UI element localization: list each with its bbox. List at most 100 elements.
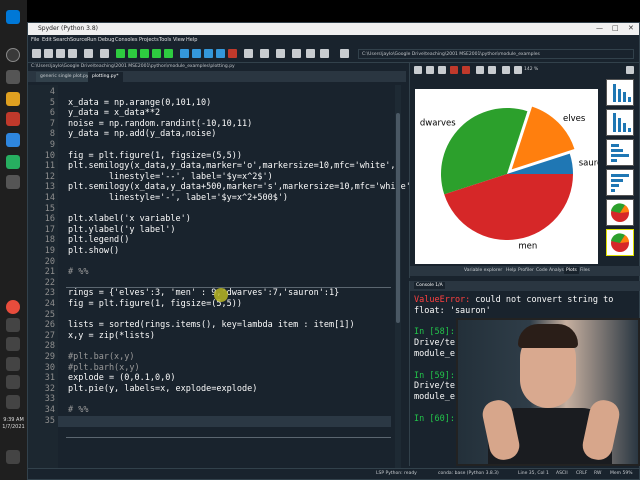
tray-icon[interactable] (6, 357, 20, 371)
python-path-icon[interactable] (276, 49, 285, 58)
tab-plots[interactable]: Plots (564, 267, 579, 274)
tab-console-1[interactable]: Console 1/A (414, 282, 445, 289)
menu-tools[interactable]: Tools (159, 37, 171, 43)
debug-icon[interactable] (180, 49, 189, 58)
pie-label-dwarves: dwarves (420, 119, 456, 129)
code-line: #plt.barh(x,y) (68, 362, 140, 373)
browse-folder-icon[interactable] (340, 49, 349, 58)
console-output: Drive/te (414, 338, 455, 349)
close-icon[interactable]: ✕ (628, 24, 634, 32)
excel-icon[interactable] (6, 155, 20, 169)
editor-scrollbar[interactable] (395, 85, 401, 468)
preferences-icon[interactable] (260, 49, 269, 58)
notifications-icon[interactable] (6, 450, 20, 464)
new-file-icon[interactable] (32, 49, 41, 58)
code-editor[interactable]: 4 5 6 7 8 9 10 11 12 13 14 15 16 17 18 19 20 21 22 23 24 25 26… (28, 85, 416, 468)
menu-source[interactable]: Source (70, 37, 87, 43)
code-line: x_data = np.arange(0,101,10) (68, 97, 212, 108)
app-icon[interactable] (6, 175, 20, 189)
options-icon[interactable] (626, 66, 634, 74)
menu-help[interactable]: Help (186, 37, 197, 43)
code-line: y_data = np.add(y_data,noise) (68, 129, 217, 140)
open-file-icon[interactable] (44, 49, 53, 58)
save-plot-icon[interactable] (414, 66, 422, 74)
code-line: y_data = x_data**2 (68, 108, 161, 119)
back-icon[interactable] (292, 49, 301, 58)
tab-variable-explorer[interactable]: Variable explorer (462, 267, 504, 274)
step-into-icon[interactable] (204, 49, 213, 58)
save-icon[interactable] (56, 49, 65, 58)
code-line: plt.legend() (68, 235, 130, 246)
menu-view[interactable]: View (173, 37, 185, 43)
code-line: linestyle='--', label='$y=x^2$') (68, 171, 273, 182)
maximize-pane-icon[interactable] (244, 49, 253, 58)
spyder-icon[interactable] (6, 112, 20, 126)
code-line: x,y = zip(*lists) (68, 330, 155, 341)
plots-toolbar: 142 % (410, 65, 640, 77)
file-explorer-icon[interactable] (6, 92, 20, 106)
menu-search[interactable]: Search (53, 37, 70, 43)
zoom-out-icon[interactable] (502, 66, 510, 74)
line-number: 4 (49, 87, 55, 97)
plot-thumbnail-selected[interactable] (606, 229, 634, 256)
plot-figure[interactable]: sauron elves dwarves men (415, 89, 608, 264)
plot-thumbnail[interactable] (606, 199, 634, 226)
menu-edit[interactable]: Edit (42, 37, 52, 43)
zoom-level: 142 % (524, 67, 539, 72)
task-view-icon[interactable] (6, 70, 20, 84)
run-cell-icon[interactable] (128, 49, 137, 58)
step-return-icon[interactable] (216, 49, 225, 58)
menu-consoles[interactable]: Consoles (115, 37, 137, 43)
remove-plot-icon[interactable] (450, 66, 458, 74)
menu-file[interactable]: File (31, 37, 39, 43)
tray-icon[interactable] (6, 395, 20, 409)
print-icon[interactable] (84, 49, 93, 58)
previous-plot-icon[interactable] (476, 66, 484, 74)
step-icon[interactable] (192, 49, 201, 58)
console-prompt: In [59]: (414, 370, 461, 381)
tab-plotting[interactable]: plotting.py* (88, 72, 123, 82)
plot-thumbnail[interactable] (606, 139, 634, 166)
tray-icon[interactable] (6, 337, 20, 351)
scrollbar-thumb[interactable] (396, 113, 400, 323)
menu-debug[interactable]: Debug (98, 37, 114, 43)
plot-thumbnail[interactable] (606, 79, 634, 106)
home-icon[interactable] (320, 49, 329, 58)
rerun-icon[interactable] (164, 49, 173, 58)
tray-icon[interactable] (6, 375, 20, 389)
line-number: 18 (44, 235, 55, 246)
email-icon[interactable] (100, 49, 109, 58)
windows-start-icon[interactable] (6, 10, 20, 24)
run-selection-icon[interactable] (152, 49, 161, 58)
menu-run[interactable]: Run (87, 37, 97, 43)
console-output: float: 'sauron' (414, 305, 491, 316)
stop-debug-icon[interactable] (228, 49, 237, 58)
save-all-plots-icon[interactable] (426, 66, 434, 74)
zoom-in-icon[interactable] (514, 66, 522, 74)
working-directory-input[interactable]: C:\Users\jaylo\Google Drive\teaching\200… (358, 49, 634, 59)
run-cell-advance-icon[interactable] (140, 49, 149, 58)
status-position: Line 35, Col 1 (518, 471, 549, 476)
run-icon[interactable] (116, 49, 125, 58)
menu-projects[interactable]: Projects (139, 37, 159, 43)
tab-profiler[interactable]: Profiler (516, 267, 536, 274)
minimize-icon[interactable]: — (596, 24, 603, 32)
chrome-icon[interactable] (6, 300, 20, 314)
tab-generic-single-plot[interactable]: generic single plot.py (36, 72, 93, 82)
plot-thumbnail[interactable] (606, 109, 634, 136)
forward-icon[interactable] (306, 49, 315, 58)
line-number: 8 (49, 129, 55, 140)
clock[interactable]: 9:39 AM 1/7/2021 (0, 417, 27, 431)
search-icon[interactable] (6, 48, 20, 62)
copy-plot-icon[interactable] (438, 66, 446, 74)
plot-thumbnail[interactable] (606, 169, 634, 196)
remove-all-plots-icon[interactable] (462, 66, 470, 74)
outlook-icon[interactable] (6, 133, 20, 147)
tray-icon[interactable] (6, 318, 20, 332)
console-error: ValueError: (414, 295, 476, 305)
pane-tabs: Variable explorer Help Profiler Code Ana… (410, 266, 640, 276)
next-plot-icon[interactable] (488, 66, 496, 74)
maximize-icon[interactable]: □ (612, 24, 619, 32)
save-all-icon[interactable] (68, 49, 77, 58)
tab-files[interactable]: Files (578, 267, 592, 274)
